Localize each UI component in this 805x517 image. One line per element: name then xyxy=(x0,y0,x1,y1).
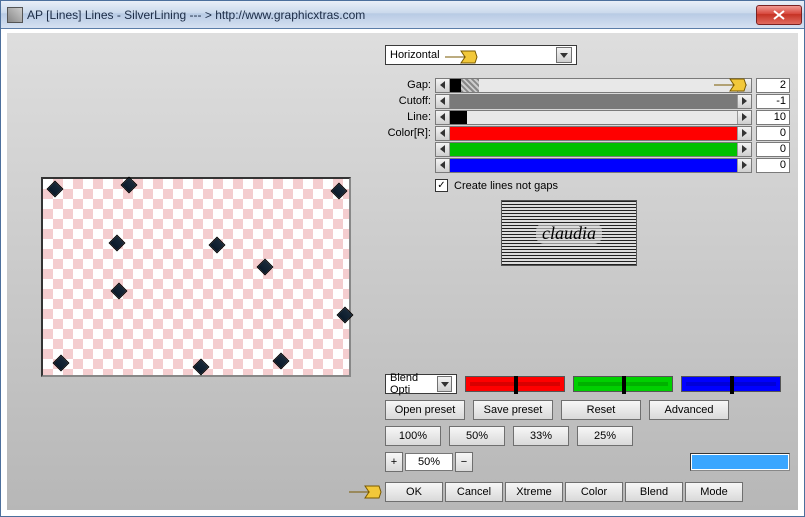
create-lines-checkbox[interactable]: ✓ xyxy=(435,179,448,192)
preview-panel xyxy=(41,177,351,377)
color-b-value[interactable]: 0 xyxy=(756,158,790,173)
zoom-25-button[interactable]: 25% xyxy=(577,426,633,446)
g-increase[interactable] xyxy=(737,143,751,156)
cutoff-decrease[interactable] xyxy=(436,95,450,108)
blend-button[interactable]: Blend xyxy=(625,482,683,502)
action-buttons-row: OK Cancel Xtreme Color Blend Mode xyxy=(385,482,790,502)
pointer-hand-icon xyxy=(347,482,383,502)
gap-value[interactable]: 2 xyxy=(756,78,790,93)
mode-button[interactable]: Mode xyxy=(685,482,743,502)
sliders-group: Gap: 2 Cutoff: xyxy=(385,77,790,173)
reset-button[interactable]: Reset xyxy=(561,400,641,420)
green-mix-slider[interactable] xyxy=(573,376,673,392)
red-mix-slider[interactable] xyxy=(465,376,565,392)
title-bar[interactable]: AP [Lines] Lines - SilverLining --- > ht… xyxy=(1,1,804,29)
color-r-value[interactable]: 0 xyxy=(756,126,790,141)
chevron-down-icon[interactable] xyxy=(437,376,452,392)
client-area: Horizontal Gap: 2 xyxy=(7,33,798,510)
create-lines-checkbox-row: ✓ Create lines not gaps xyxy=(435,179,790,192)
color-g-row: 0 xyxy=(385,141,790,157)
app-icon xyxy=(7,7,23,23)
gap-decrease[interactable] xyxy=(436,79,450,92)
vendor-logo: claudia xyxy=(501,200,637,266)
cutoff-increase[interactable] xyxy=(737,95,751,108)
b-decrease[interactable] xyxy=(436,159,450,172)
line-value[interactable]: 10 xyxy=(756,110,790,125)
line-increase[interactable] xyxy=(737,111,751,124)
color-r-slider[interactable] xyxy=(435,126,752,141)
color-swatch[interactable] xyxy=(690,453,790,471)
line-row: Line: 10 xyxy=(385,109,790,125)
open-preset-button[interactable]: Open preset xyxy=(385,400,465,420)
line-decrease[interactable] xyxy=(436,111,450,124)
line-label: Line: xyxy=(385,111,435,123)
zoom-minus-button[interactable]: − xyxy=(455,452,473,472)
advanced-button[interactable]: Advanced xyxy=(649,400,729,420)
vendor-logo-text: claudia xyxy=(536,223,602,244)
checker-bg xyxy=(43,179,349,375)
zoom-plus-button[interactable]: + xyxy=(385,452,403,472)
chevron-down-icon[interactable] xyxy=(556,47,572,63)
window-title: AP [Lines] Lines - SilverLining --- > ht… xyxy=(27,8,756,22)
color-r-row: Color[R]: 0 xyxy=(385,125,790,141)
cutoff-row: Cutoff: -1 xyxy=(385,93,790,109)
color-r-label: Color[R]: xyxy=(385,127,435,139)
close-button[interactable] xyxy=(756,5,802,25)
cutoff-label: Cutoff: xyxy=(385,95,435,107)
ok-button[interactable]: OK xyxy=(385,482,443,502)
blend-options-dropdown[interactable]: Blend Opti xyxy=(385,374,457,394)
blue-mix-slider[interactable] xyxy=(681,376,781,392)
line-slider[interactable] xyxy=(435,110,752,125)
controls-panel: Horizontal Gap: 2 xyxy=(385,45,790,502)
gap-slider[interactable] xyxy=(435,78,752,93)
color-b-row: 0 xyxy=(385,157,790,173)
r-increase[interactable] xyxy=(737,127,751,140)
color-g-value[interactable]: 0 xyxy=(756,142,790,157)
zoom-100-button[interactable]: 100% xyxy=(385,426,441,446)
g-decrease[interactable] xyxy=(436,143,450,156)
blend-options-value: Blend Opti xyxy=(390,372,437,396)
plugin-window: AP [Lines] Lines - SilverLining --- > ht… xyxy=(0,0,805,517)
cancel-button[interactable]: Cancel xyxy=(445,482,503,502)
zoom-value-input[interactable]: 50% xyxy=(405,453,453,471)
b-increase[interactable] xyxy=(737,159,751,172)
gap-row: Gap: 2 xyxy=(385,77,790,93)
zoom-33-button[interactable]: 33% xyxy=(513,426,569,446)
create-lines-label: Create lines not gaps xyxy=(454,180,558,192)
color-b-slider[interactable] xyxy=(435,158,752,173)
cutoff-slider[interactable] xyxy=(435,94,752,109)
color-button[interactable]: Color xyxy=(565,482,623,502)
gap-increase[interactable] xyxy=(737,79,751,92)
color-g-slider[interactable] xyxy=(435,142,752,157)
cutoff-value[interactable]: -1 xyxy=(756,94,790,109)
xtreme-button[interactable]: Xtreme xyxy=(505,482,563,502)
orientation-dropdown[interactable]: Horizontal xyxy=(385,45,577,65)
orientation-value: Horizontal xyxy=(390,49,440,61)
gap-label: Gap: xyxy=(385,79,435,91)
save-preset-button[interactable]: Save preset xyxy=(473,400,553,420)
r-decrease[interactable] xyxy=(436,127,450,140)
zoom-50-button[interactable]: 50% xyxy=(449,426,505,446)
